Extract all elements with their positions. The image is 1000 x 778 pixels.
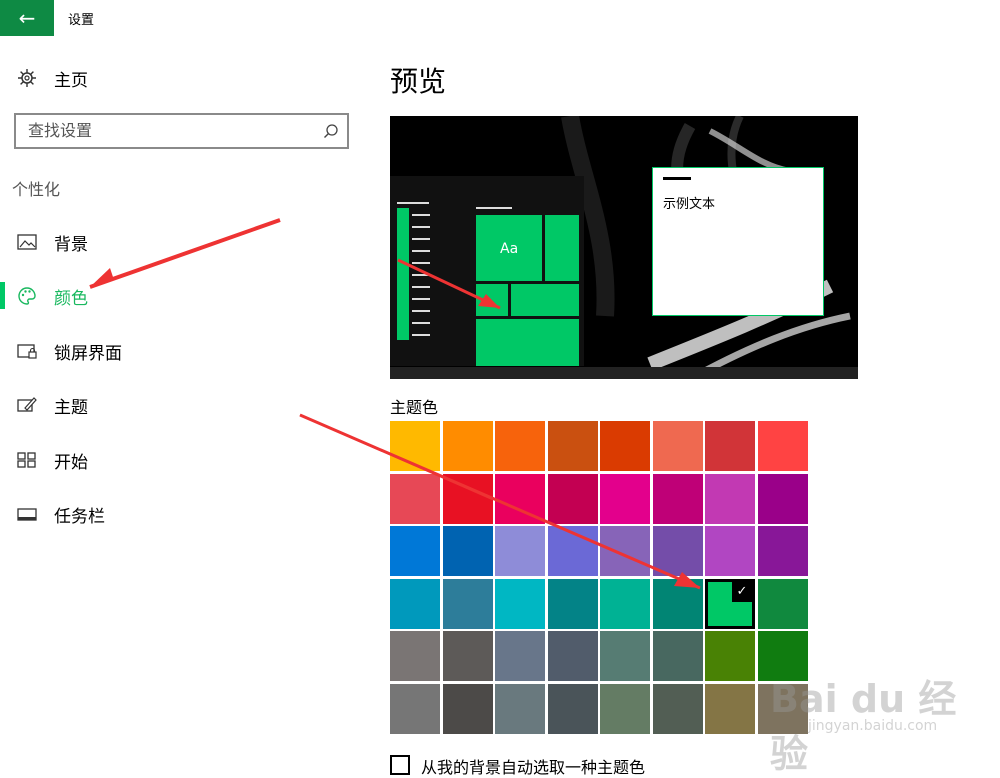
color-swatch[interactable] (390, 473, 440, 524)
color-swatch[interactable] (757, 578, 808, 629)
color-swatch[interactable] (495, 683, 545, 734)
color-swatch[interactable] (547, 578, 598, 629)
color-swatch[interactable] (547, 526, 598, 576)
color-swatch[interactable] (600, 631, 650, 681)
watermark-line2: jingyan.baidu.com (808, 718, 938, 734)
sidebar-item-start[interactable]: 开始 (0, 440, 340, 480)
sidebar-item-label: 颜色 (54, 288, 88, 309)
preview-tile-label: Aa (500, 241, 519, 257)
section-title-personalization: 个性化 (12, 180, 61, 199)
color-swatch[interactable] (442, 578, 493, 629)
color-swatch[interactable] (495, 631, 545, 681)
theme-preview: Aa 示例文本 (390, 116, 858, 379)
sidebar-item-themes[interactable]: 主题 (0, 385, 340, 425)
color-swatch[interactable] (442, 421, 493, 471)
color-swatch[interactable] (495, 473, 545, 524)
color-swatch[interactable] (705, 473, 755, 524)
palette-icon (17, 286, 37, 306)
color-swatch[interactable] (600, 421, 650, 471)
color-swatch[interactable] (600, 473, 650, 524)
sidebar-home-label: 主页 (54, 70, 88, 91)
color-swatch[interactable] (547, 683, 598, 734)
color-swatch[interactable] (390, 631, 440, 681)
color-swatch[interactable] (705, 526, 755, 576)
gear-icon (17, 68, 37, 88)
color-swatch[interactable] (705, 631, 755, 681)
color-swatch[interactable] (442, 683, 493, 734)
color-swatch[interactable] (495, 421, 545, 471)
sidebar-item-colors[interactable]: 颜色 (0, 276, 340, 316)
image-icon (17, 232, 37, 252)
sidebar-item-label: 锁屏界面 (54, 343, 122, 364)
color-swatch[interactable] (600, 526, 650, 576)
back-button[interactable]: ← (0, 0, 54, 36)
check-icon: ✓ (732, 581, 752, 602)
sidebar-item-taskbar[interactable]: 任务栏 (0, 494, 340, 534)
color-swatch[interactable] (495, 578, 545, 629)
color-swatch[interactable] (705, 421, 755, 471)
color-swatch[interactable]: ✓ (705, 578, 755, 629)
color-swatch[interactable] (705, 683, 755, 734)
color-swatch[interactable] (652, 526, 703, 576)
color-swatch[interactable] (652, 421, 703, 471)
sidebar-item-lockscreen[interactable]: 锁屏界面 (0, 331, 340, 371)
sample-text: 示例文本 (663, 197, 716, 212)
app-title: 设置 (68, 13, 95, 28)
color-swatch[interactable] (652, 473, 703, 524)
color-swatch[interactable] (390, 683, 440, 734)
color-swatch[interactable] (442, 473, 493, 524)
color-swatch[interactable] (757, 421, 808, 471)
color-swatch[interactable] (757, 473, 808, 524)
color-swatch[interactable] (390, 421, 440, 471)
arrow-left-icon: ← (18, 6, 36, 30)
color-swatch[interactable] (495, 526, 545, 576)
sample-window: 示例文本 (652, 167, 824, 316)
color-swatch[interactable] (652, 683, 703, 734)
sidebar-item-background[interactable]: 背景 (0, 222, 340, 262)
sidebar-item-label: 主题 (54, 397, 88, 418)
search-box[interactable]: 查找设置 (14, 113, 349, 149)
color-swatch[interactable] (652, 578, 703, 629)
color-swatch[interactable] (390, 578, 440, 629)
auto-pick-label: 从我的背景自动选取一种主题色 (421, 758, 646, 777)
start-grid-icon (17, 450, 37, 470)
sidebar-item-home[interactable]: 主页 (0, 58, 340, 98)
color-swatch[interactable] (547, 631, 598, 681)
color-swatch[interactable] (547, 473, 598, 524)
color-swatch[interactable] (600, 683, 650, 734)
search-icon[interactable] (323, 123, 339, 139)
title-bar: ← 设置 (0, 0, 1000, 36)
color-swatch[interactable] (390, 526, 440, 576)
theme-brush-icon (17, 395, 37, 415)
search-input[interactable]: 查找设置 (28, 115, 92, 147)
sidebar-item-label: 背景 (54, 234, 88, 255)
lock-screen-icon (17, 341, 37, 361)
theme-color-label: 主题色 (390, 398, 439, 417)
color-swatch[interactable] (547, 421, 598, 471)
sidebar-item-label: 任务栏 (54, 506, 105, 527)
color-swatch[interactable] (600, 578, 650, 629)
preview-start-panel: Aa (390, 176, 584, 366)
baidu-jingyan-watermark: Bai du 经验 jingyan.baidu.com (760, 660, 970, 776)
color-swatch[interactable] (442, 631, 493, 681)
page-title: 预览 (390, 65, 447, 98)
auto-pick-checkbox[interactable] (390, 755, 410, 775)
color-swatch[interactable] (652, 631, 703, 681)
sidebar-item-label: 开始 (54, 452, 88, 473)
color-swatch[interactable] (757, 526, 808, 576)
taskbar-icon (17, 504, 37, 524)
color-swatch[interactable] (442, 526, 493, 576)
